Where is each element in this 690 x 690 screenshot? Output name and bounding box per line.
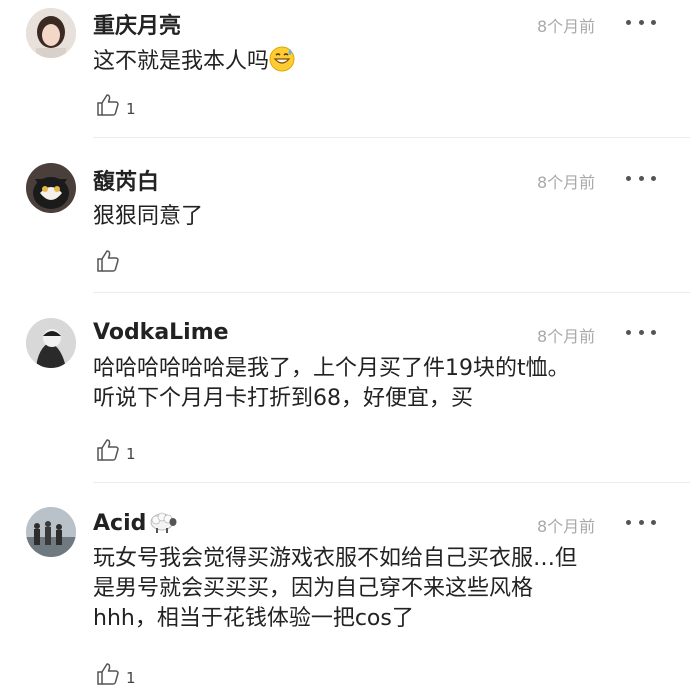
- like-button[interactable]: 1: [96, 93, 136, 117]
- more-dots-icon[interactable]: [626, 517, 656, 527]
- username[interactable]: 重庆月亮: [93, 8, 181, 40]
- timestamp: 8个月前: [537, 173, 596, 192]
- timestamp: 8个月前: [537, 17, 596, 36]
- comment-line: 这不就是我本人吗: [93, 49, 270, 74]
- comment-line: 玩女号我会觉得买游戏衣服不如给自己买衣服…但: [93, 546, 578, 571]
- more-dots-icon[interactable]: [626, 17, 656, 27]
- comment-line: hhh，相当于花钱体验一把cos了: [93, 606, 414, 631]
- avatar[interactable]: [26, 8, 76, 58]
- comment-line: 听说下个月月卡打折到68，好便宜，买: [93, 386, 473, 411]
- comment-text: 这不就是我本人吗: [93, 46, 673, 81]
- comment-text: 哈哈哈哈哈哈是我了，上个月买了件19块的t恤。 听说下个月月卡打折到68，好便宜…: [93, 354, 673, 414]
- thumbs-up-icon: [97, 250, 119, 272]
- comment-line: 狠狠同意了: [93, 204, 204, 229]
- sheep-icon: [148, 510, 178, 540]
- like-count: 1: [126, 445, 136, 463]
- thumbs-up-icon: [97, 439, 119, 461]
- like-button[interactable]: [96, 249, 126, 273]
- more-dots-icon[interactable]: [626, 173, 656, 183]
- timestamp: 8个月前: [537, 517, 596, 536]
- like-count: 1: [126, 669, 136, 687]
- comment-item: 馥芮白 8个月前 狠狠同意了: [0, 138, 690, 293]
- username[interactable]: Acid: [93, 510, 178, 540]
- thumbs-up-icon: [97, 663, 119, 685]
- avatar[interactable]: [26, 163, 76, 213]
- avatar[interactable]: [26, 318, 76, 368]
- username[interactable]: 馥芮白: [93, 164, 159, 196]
- username[interactable]: VodkaLime: [93, 320, 229, 345]
- comment-text: 狠狠同意了: [93, 202, 673, 232]
- like-count: 1: [126, 100, 136, 118]
- comment-item: Acid 8个月前 玩女号我会觉得买游戏衣服不如给自己买衣服…但 是男号就会买买…: [0, 482, 690, 690]
- thumbs-up-icon: [97, 94, 119, 116]
- comment-line: 哈哈哈哈哈哈是我了，上个月买了件19块的t恤。: [93, 356, 570, 381]
- timestamp: 8个月前: [537, 327, 596, 346]
- comment-text: 玩女号我会觉得买游戏衣服不如给自己买衣服…但 是男号就会买买买，因为自己穿不来这…: [93, 544, 673, 634]
- username-text: Acid: [93, 511, 147, 536]
- like-button[interactable]: 1: [96, 438, 136, 462]
- more-dots-icon[interactable]: [626, 327, 656, 337]
- grinning-sweat-emoji: [269, 46, 295, 81]
- comment-line: 是男号就会买买买，因为自己穿不来这些风格: [93, 576, 534, 601]
- comment-item: 重庆月亮 8个月前 这不就是我本人吗 1: [0, 0, 690, 138]
- avatar[interactable]: [26, 507, 76, 557]
- like-button[interactable]: 1: [96, 662, 136, 686]
- comment-item: VodkaLime 8个月前 哈哈哈哈哈哈是我了，上个月买了件19块的t恤。 听…: [0, 292, 690, 483]
